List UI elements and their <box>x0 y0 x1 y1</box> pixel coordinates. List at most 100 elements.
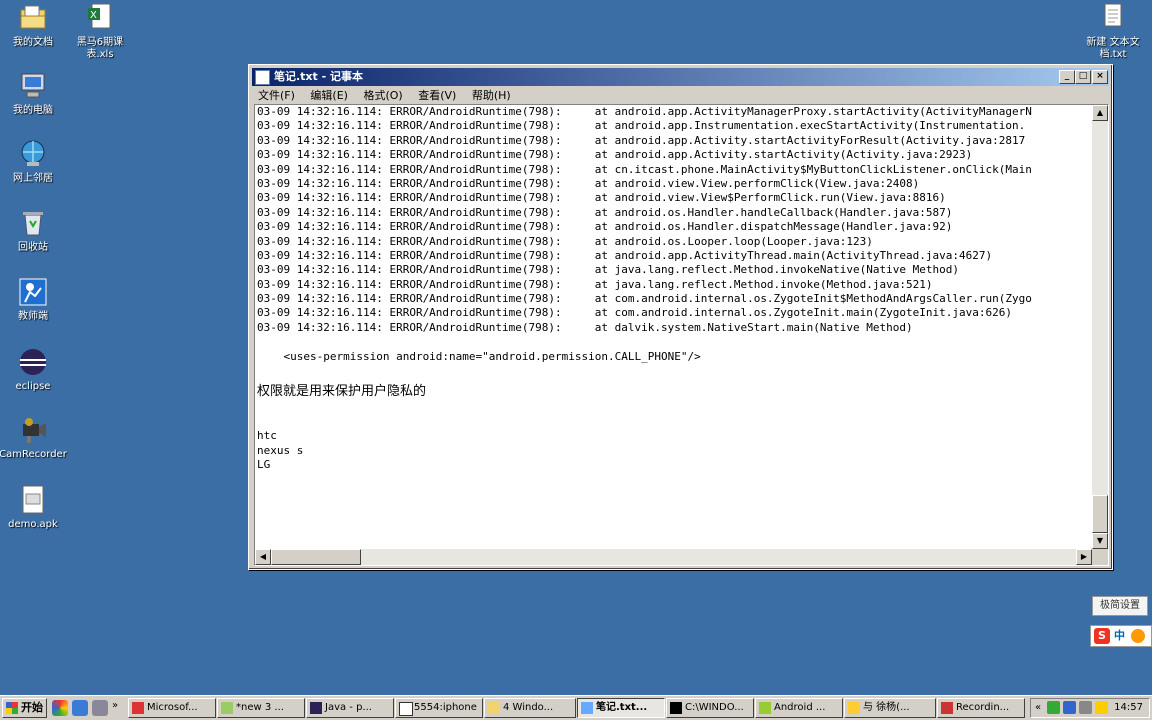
task-cmd[interactable]: C:\WINDO... <box>666 698 754 718</box>
horizontal-scroll-thumb[interactable] <box>271 549 361 565</box>
task-notepad-active[interactable]: 笔记.txt... <box>577 698 665 718</box>
start-label: 开始 <box>21 701 43 714</box>
task-chat[interactable]: 与 徐杨(... <box>844 698 936 718</box>
desktop-icon-label: 黑马6期课表.xls <box>76 37 124 60</box>
svg-text:X: X <box>90 10 97 21</box>
brand-line: nexus s <box>257 443 304 457</box>
office-icon <box>132 702 144 714</box>
desktop-icon-teacher-client[interactable]: 教师端 <box>0 276 68 323</box>
tray-security-icon[interactable] <box>1063 701 1076 714</box>
desktop-icon-label: eclipse <box>15 381 51 392</box>
start-button[interactable]: 开始 <box>2 698 47 718</box>
desktop-icon-network[interactable]: 网上邻居 <box>0 138 68 185</box>
desktop-icon-my-documents[interactable]: 我的文档 <box>0 2 68 49</box>
recycle-bin-icon <box>17 207 49 239</box>
quicklaunch-more-icon[interactable]: » <box>112 700 118 711</box>
desktop-icon-label: 网上邻居 <box>13 173 53 184</box>
log-line: 03-09 14:32:16.114: ERROR/AndroidRuntime… <box>257 277 933 291</box>
quicklaunch-ie-icon[interactable] <box>72 700 88 716</box>
scroll-right-icon[interactable]: ▶ <box>1076 549 1092 565</box>
eclipse-icon <box>310 702 322 714</box>
brand-line: htc <box>257 429 277 443</box>
ime-settings-button[interactable]: 极简设置 <box>1092 596 1148 616</box>
menu-help[interactable]: 帮助(H) <box>472 89 511 102</box>
notepad-window: 笔记.txt - 记事本 _ □ × 文件(F) 编辑(E) 格式(O) 查看(… <box>248 64 1113 570</box>
task-microsoft[interactable]: Microsof... <box>128 698 216 718</box>
vertical-scrollbar[interactable]: ▲ ▼ <box>1092 105 1108 549</box>
desktop-icon-camrecorder[interactable]: CamRecorder <box>0 414 68 461</box>
task-android[interactable]: Android ... <box>755 698 843 718</box>
log-line: 03-09 14:32:16.114: ERROR/AndroidRuntime… <box>257 176 920 190</box>
task-recording[interactable]: Recordin... <box>937 698 1025 718</box>
brand-line: LG <box>257 457 271 471</box>
menu-file[interactable]: 文件(F) <box>258 89 295 102</box>
minimize-button[interactable]: _ <box>1059 70 1075 84</box>
tray-expand-icon[interactable]: « <box>1035 699 1041 717</box>
camrecorder-icon <box>17 414 49 446</box>
teacher-client-icon <box>17 276 49 308</box>
quicklaunch-tool-icon[interactable] <box>92 700 108 716</box>
scroll-corner <box>1092 549 1108 565</box>
log-line: 03-09 14:32:16.114: ERROR/AndroidRuntime… <box>257 191 946 205</box>
window-titlebar[interactable]: 笔记.txt - 记事本 _ □ × <box>252 68 1109 86</box>
scroll-down-icon[interactable]: ▼ <box>1092 533 1108 549</box>
horizontal-scrollbar[interactable]: ◀ ▶ <box>255 549 1092 565</box>
tray-ime-icon[interactable] <box>1095 701 1108 714</box>
text-file-icon <box>1097 2 1129 34</box>
close-button[interactable]: × <box>1092 70 1108 84</box>
desktop-icon-my-computer[interactable]: 我的电脑 <box>0 70 68 117</box>
log-line: 03-09 14:32:16.114: ERROR/AndroidRuntime… <box>257 162 1032 176</box>
task-notepadpp[interactable]: *new 3 ... <box>217 698 305 718</box>
task-emulator[interactable]: 5554:iphone <box>395 698 483 718</box>
scroll-up-icon[interactable]: ▲ <box>1092 105 1108 121</box>
log-line: 03-09 14:32:16.114: ERROR/AndroidRuntime… <box>257 133 1026 147</box>
log-line: 03-09 14:32:16.114: ERROR/AndroidRuntime… <box>257 148 973 162</box>
desktop-icon-recycle-bin[interactable]: 回收站 <box>0 207 68 254</box>
text-editor[interactable]: 03-09 14:32:16.114: ERROR/AndroidRuntime… <box>254 104 1109 566</box>
ime-toolbar[interactable]: S 中 <box>1090 625 1152 647</box>
menu-format[interactable]: 格式(O) <box>363 89 402 102</box>
tray-volume-icon[interactable] <box>1079 701 1092 714</box>
desktop-icon-demo-apk[interactable]: demo.apk <box>0 484 68 531</box>
system-tray: « 14:57 <box>1030 698 1150 718</box>
ime-mode-toggle[interactable]: 中 <box>1114 626 1125 646</box>
editor-content[interactable]: 03-09 14:32:16.114: ERROR/AndroidRuntime… <box>257 105 1093 549</box>
log-line: 03-09 14:32:16.114: ERROR/AndroidRuntime… <box>257 205 953 219</box>
notepad-app-icon <box>255 70 270 85</box>
sogou-icon[interactable]: S <box>1094 628 1110 644</box>
clock[interactable]: 14:57 <box>1114 699 1143 717</box>
note-line: 权限就是用来保护用户隐私的 <box>257 384 427 400</box>
permission-line: <uses-permission android:name="android.p… <box>257 349 701 363</box>
my-documents-icon <box>17 2 49 34</box>
desktop-icon-schedule-xls[interactable]: X 黑马6期课表.xls <box>65 2 135 61</box>
desktop-icon-label: 教师端 <box>18 311 48 322</box>
desktop-icon-new-text[interactable]: 新建 文本文档.txt <box>1078 2 1148 61</box>
network-icon <box>17 138 49 170</box>
log-line: 03-09 14:32:16.114: ERROR/AndroidRuntime… <box>257 220 953 234</box>
apk-file-icon <box>17 484 49 516</box>
vertical-scroll-thumb[interactable] <box>1092 495 1108 533</box>
tray-network-icon[interactable] <box>1047 701 1060 714</box>
folder-icon <box>488 702 500 714</box>
menu-edit[interactable]: 编辑(E) <box>310 89 348 102</box>
windows-logo-icon <box>6 702 18 714</box>
desktop-icon-label: CamRecorder <box>0 449 67 460</box>
notepadpp-icon <box>221 702 233 714</box>
quicklaunch-color-icon[interactable] <box>52 700 68 716</box>
menu-bar: 文件(F) 编辑(E) 格式(O) 查看(V) 帮助(H) <box>252 87 1109 104</box>
task-java-eclipse[interactable]: Java - p... <box>306 698 394 718</box>
cmd-icon <box>670 702 682 714</box>
my-computer-icon <box>17 70 49 102</box>
maximize-button[interactable]: □ <box>1075 70 1091 84</box>
desktop-icon-label: 新建 文本文档.txt <box>1086 37 1140 60</box>
task-windows-group[interactable]: 4 Windo... <box>484 698 576 718</box>
chat-icon <box>848 702 860 714</box>
ime-skin-icon[interactable] <box>1131 629 1145 643</box>
log-line: 03-09 14:32:16.114: ERROR/AndroidRuntime… <box>257 292 1032 306</box>
scroll-left-icon[interactable]: ◀ <box>255 549 271 565</box>
eclipse-icon <box>17 346 49 378</box>
taskbar: 开始 » Microsof... *new 3 ... Java - p... … <box>0 695 1152 720</box>
desktop-icon-eclipse[interactable]: eclipse <box>0 346 68 393</box>
desktop-icon-label: 我的文档 <box>13 37 53 48</box>
menu-view[interactable]: 查看(V) <box>418 89 456 102</box>
